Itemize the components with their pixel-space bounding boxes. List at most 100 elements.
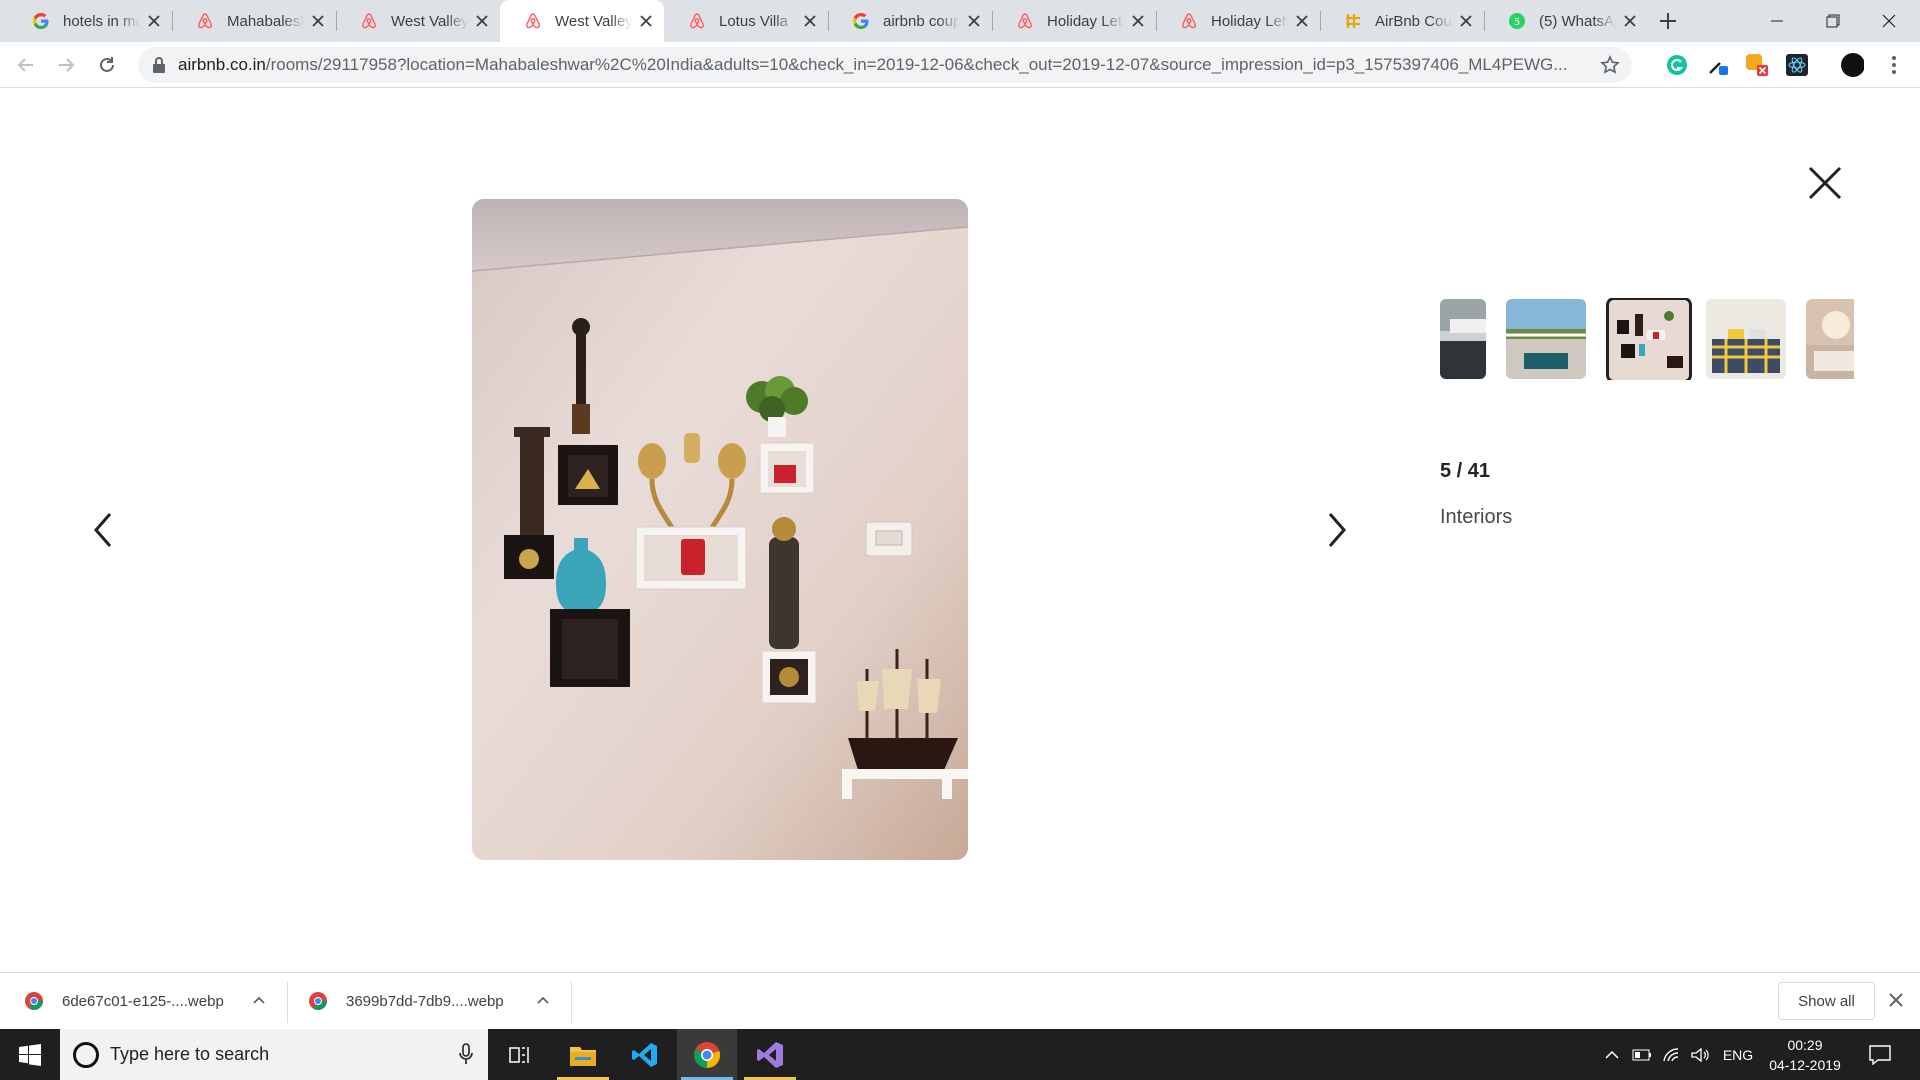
download-item-1[interactable]: 6de67c01-e125-....webp	[24, 981, 274, 1021]
tab-close-icon[interactable]	[146, 13, 162, 29]
browser-tab[interactable]: Holiday Lets	[1156, 0, 1320, 42]
browser-tab[interactable]: West Valley Villa	[500, 0, 664, 42]
eyedropper-extension[interactable]	[1706, 53, 1730, 77]
airbnb-icon	[362, 13, 376, 29]
speaker-icon	[1691, 1047, 1709, 1062]
tab-favicon	[1344, 12, 1362, 30]
taskbar-search-box[interactable]: Type here to search	[60, 1029, 488, 1080]
tab-favicon	[1180, 12, 1198, 30]
tab-close-icon[interactable]	[1294, 13, 1310, 29]
tab-close-icon[interactable]	[966, 13, 982, 29]
microphone-icon[interactable]	[458, 1043, 474, 1065]
forward-button[interactable]	[52, 51, 80, 79]
thumbnail-interiors[interactable]	[1606, 298, 1692, 380]
thumbnail-lamp-room[interactable]	[1806, 299, 1854, 379]
tab-close-icon[interactable]	[1130, 13, 1146, 29]
network-indicator[interactable]	[1660, 1029, 1684, 1080]
google-icon	[853, 13, 869, 29]
thumbnail-bedroom-yellow[interactable]	[1706, 299, 1786, 379]
bedroom-thumb-image	[1440, 299, 1486, 379]
lock-icon	[153, 57, 165, 73]
show-hidden-icons-button[interactable]	[1600, 1029, 1624, 1080]
tab-title: West Valley Villa	[555, 12, 632, 30]
clock-date: 04-12-2019	[1769, 1057, 1841, 1073]
profile-avatar[interactable]	[1840, 53, 1864, 77]
tab-title: airbnb coupon	[883, 12, 960, 30]
url-text: airbnb.co.in/rooms/29117958?location=Mah…	[178, 47, 1578, 83]
close-download-bar-icon[interactable]	[1888, 992, 1904, 1008]
action-center-button[interactable]	[1862, 1029, 1898, 1080]
interiors-photo	[472, 199, 968, 860]
bookmark-star-icon[interactable]	[1600, 55, 1620, 75]
browser-tab[interactable]: airbnb coupon	[828, 0, 992, 42]
battery-indicator[interactable]	[1630, 1029, 1654, 1080]
download-item-2[interactable]: 3699b7dd-7db9....webp	[308, 981, 558, 1021]
browser-tab[interactable]: Holiday Lets	[992, 0, 1156, 42]
reload-icon	[100, 57, 114, 72]
tab-title: AirBnb Coupon	[1375, 12, 1452, 30]
thumbnail-bedroom[interactable]	[1440, 299, 1486, 379]
close-gallery-button[interactable]	[1806, 164, 1844, 202]
start-button[interactable]	[0, 1029, 60, 1080]
next-photo-button[interactable]	[1322, 510, 1352, 550]
search-placeholder: Type here to search	[110, 1044, 270, 1064]
tab-close-icon[interactable]	[474, 13, 490, 29]
vscode-taskbar[interactable]	[615, 1029, 675, 1080]
tab-favicon	[524, 12, 542, 30]
language-indicator[interactable]: ENG	[1718, 1029, 1758, 1080]
folder-icon	[570, 1046, 596, 1066]
tab-close-icon[interactable]	[638, 13, 654, 29]
reload-button[interactable]	[93, 51, 121, 79]
previous-photo-button[interactable]	[88, 510, 118, 550]
volume-indicator[interactable]	[1688, 1029, 1712, 1080]
task-view-button[interactable]	[490, 1029, 550, 1080]
airbnb-icon	[690, 13, 704, 29]
grammarly-extension[interactable]	[1665, 53, 1689, 77]
show-all-downloads-button[interactable]: Show all	[1778, 982, 1875, 1020]
browser-tab[interactable]: hotels in mahabaleshwar - Google Search	[8, 0, 172, 42]
restore-button[interactable]	[1810, 0, 1856, 42]
chrome-taskbar[interactable]	[677, 1029, 737, 1080]
thumbnail-balcony[interactable]	[1506, 299, 1586, 379]
system-clock[interactable]: 00:29 04-12-2019	[1760, 1035, 1850, 1075]
browser-tab[interactable]: Mahabaleshwar	[172, 0, 336, 42]
minimize-icon	[1771, 20, 1783, 22]
tab-title: Lotus Villa -	[719, 12, 796, 30]
photo-counter: 5 / 41	[1440, 460, 1491, 482]
tab-separator	[172, 11, 173, 31]
minimize-button[interactable]	[1754, 0, 1800, 42]
arrow-right-icon	[59, 58, 75, 72]
visual-studio-taskbar[interactable]	[740, 1029, 800, 1080]
browser-tab[interactable]: 5 (5) WhatsApp	[1484, 0, 1648, 42]
tab-close-icon[interactable]	[1458, 13, 1474, 29]
new-tab-button[interactable]	[1656, 9, 1680, 33]
browser-tab[interactable]: AirBnb Coupon	[1320, 0, 1484, 42]
back-button[interactable]	[12, 51, 40, 79]
cortana-icon	[73, 1042, 99, 1068]
chevron-up-icon[interactable]	[536, 993, 550, 1007]
file-explorer-taskbar[interactable]	[553, 1029, 613, 1080]
avatar-icon	[1841, 53, 1864, 77]
chrome-menu-button[interactable]	[1882, 53, 1906, 77]
chevron-up-icon[interactable]	[252, 993, 266, 1007]
deals-extension[interactable]	[1745, 53, 1769, 77]
windows-logo-icon	[19, 1043, 41, 1066]
tab-close-icon[interactable]	[310, 13, 326, 29]
react-devtools-extension[interactable]	[1785, 53, 1809, 77]
browser-tab[interactable]: Lotus Villa -	[664, 0, 828, 42]
close-window-button[interactable]	[1866, 0, 1912, 42]
restore-icon	[1826, 14, 1840, 28]
browser-tab[interactable]: West Valley Villa	[336, 0, 500, 42]
tab-favicon: 5	[1508, 12, 1526, 30]
tab-close-icon[interactable]	[802, 13, 818, 29]
google-icon	[33, 13, 49, 29]
download-filename: 6de67c01-e125-....webp	[62, 992, 224, 1010]
react-icon	[1786, 54, 1808, 76]
svg-text:5: 5	[1514, 17, 1520, 28]
battery-icon	[1632, 1049, 1651, 1060]
address-bar[interactable]: airbnb.co.in/rooms/29117958?location=Mah…	[138, 47, 1632, 83]
wifi-icon	[1663, 1047, 1679, 1061]
chrome-icon	[694, 1041, 721, 1068]
tab-close-icon[interactable]	[1622, 13, 1638, 29]
tab-separator	[1320, 11, 1321, 31]
